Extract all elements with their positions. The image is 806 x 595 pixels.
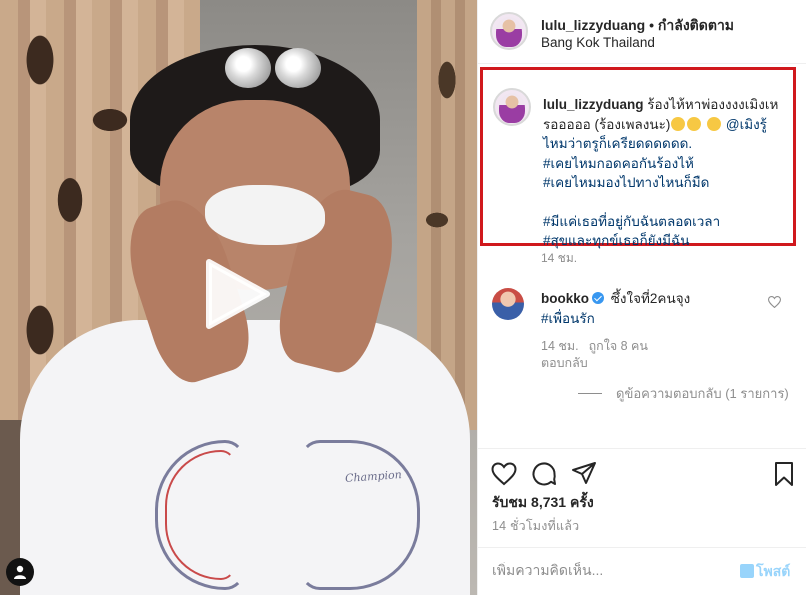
view-replies-label: ดูข้อความตอบกลับ (1 รายการ) — [616, 386, 789, 401]
author-username[interactable]: lulu_lizzyduang — [541, 17, 645, 33]
comment-likes[interactable]: ถูกใจ 8 คน — [589, 339, 648, 353]
user-tag-button[interactable] — [6, 558, 34, 586]
next-comment-partial — [478, 438, 806, 446]
comment-hashtag[interactable]: #เพื่อนรัก — [541, 311, 595, 326]
comment-icon[interactable] — [530, 460, 558, 488]
reply-button[interactable]: ตอบกลับ — [541, 356, 588, 370]
post-info-panel: lulu_lizzyduang • กำลังติดตาม Bang Kok T… — [477, 0, 806, 595]
user-tag-icon — [14, 565, 26, 579]
caption-hashtag[interactable]: #มีแค่เธอที่อยู่กับฉันตลอดเวลา — [543, 212, 791, 232]
crying-emoji — [671, 116, 686, 131]
author-avatar[interactable] — [490, 12, 528, 50]
comment-text: bookko ซึ้งใจที่2คนจุง #เพื่อนรัก — [541, 289, 761, 328]
comment-like-icon[interactable] — [768, 296, 781, 308]
comment-input[interactable] — [492, 562, 732, 578]
header-user-line: lulu_lizzyduang • กำลังติดตาม — [541, 15, 734, 37]
hair-bow-left — [225, 48, 271, 88]
caption-highlight: lulu_lizzyduang ร้องไห้หาพ่องงงงเมิงเหรอ… — [480, 67, 796, 248]
crying-emoji — [687, 116, 702, 131]
view-count[interactable]: รับชม 8,731 ครั้ง — [492, 492, 594, 514]
play-icon[interactable] — [201, 256, 273, 332]
comment-body: ซึ้งใจที่2คนจุง — [607, 291, 691, 306]
caption-time: 14 ชม. — [541, 251, 578, 265]
heart-icon[interactable] — [490, 460, 518, 488]
view-replies-button[interactable]: ดูข้อความตอบกลับ (1 รายการ) — [578, 384, 806, 403]
post-video[interactable]: Champion — [0, 0, 477, 595]
post-comment-label: โพสต์ — [756, 563, 791, 579]
comment-meta: 14 ชม. ถูกใจ 8 คน ตอบกลับ — [541, 338, 701, 372]
post-timestamp[interactable]: 14 ชั่วโมงที่แล้ว — [492, 516, 579, 536]
share-icon[interactable] — [570, 460, 598, 488]
commenter-avatar[interactable] — [492, 288, 524, 320]
commenter-username[interactable]: bookko — [541, 291, 589, 306]
post-header: lulu_lizzyduang • กำลังติดตาม Bang Kok T… — [478, 0, 806, 64]
caption-avatar[interactable] — [493, 88, 531, 126]
comment-composer: โพสต์ — [478, 547, 806, 595]
emoji-icon — [740, 564, 754, 578]
caption-hashtag[interactable]: #เคยไหมมองไปทางไหนก็มืด — [543, 173, 791, 193]
caption-username[interactable]: lulu_lizzyduang — [543, 97, 644, 112]
replies-line — [578, 393, 602, 394]
action-bar — [478, 448, 806, 498]
tissue — [205, 185, 325, 245]
caption-hashtag[interactable]: #สุขและทุกข์เธอก็ยังมีฉัน — [543, 231, 791, 251]
crying-emoji — [707, 116, 722, 131]
post-location[interactable]: Bang Kok Thailand — [541, 35, 655, 50]
post-comment-button[interactable]: โพสต์ — [740, 561, 790, 583]
caption-text: lulu_lizzyduang ร้องไห้หาพ่องงงงเมิงเหรอ… — [543, 95, 791, 251]
follow-status[interactable]: • กำลังติดตาม — [645, 17, 734, 33]
hair-bow-right — [275, 48, 321, 88]
comment-time: 14 ชม. — [541, 339, 579, 353]
bookmark-icon[interactable] — [770, 460, 798, 488]
verified-badge-icon — [592, 292, 605, 304]
caption-hashtag[interactable]: #เคยไหมกอดคอกันร้องไห้ — [543, 154, 791, 174]
